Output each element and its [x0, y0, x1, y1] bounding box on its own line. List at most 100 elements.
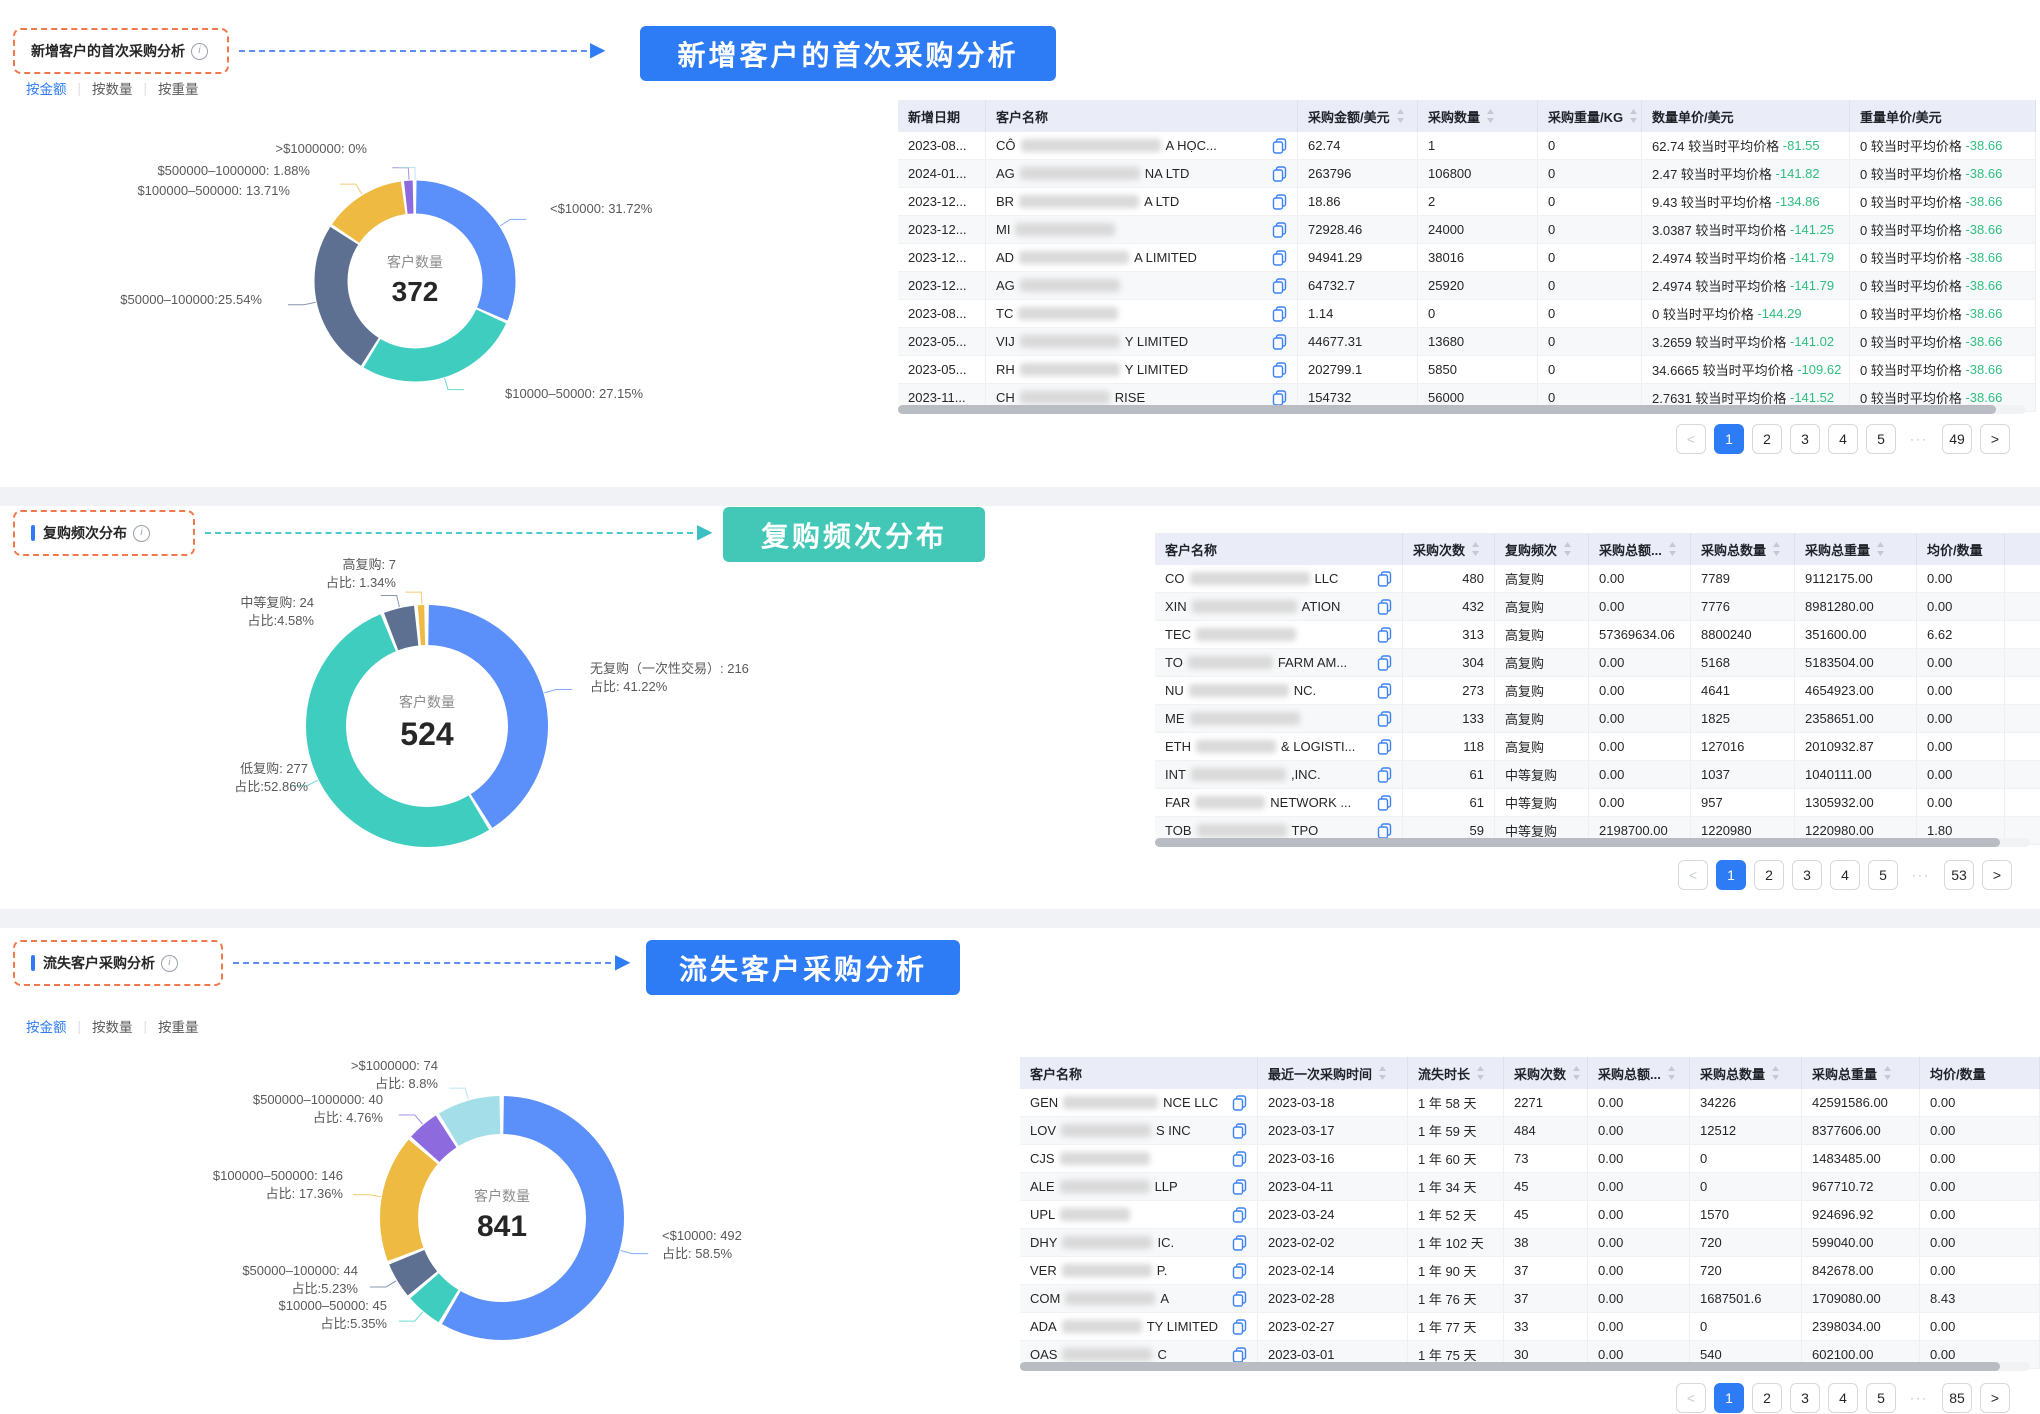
pagination-page-53[interactable]: 53: [1944, 860, 1974, 890]
copy-icon[interactable]: [1272, 362, 1287, 378]
column-header-tw[interactable]: 采购总重量: [1802, 1057, 1920, 1089]
tab-by-quantity[interactable]: 按数量: [92, 1016, 133, 1036]
copy-icon[interactable]: [1377, 711, 1392, 727]
pagination-page-4[interactable]: 4: [1828, 424, 1858, 454]
sort-icon[interactable]: [1883, 1066, 1892, 1080]
column-header-freq[interactable]: 复购频次: [1495, 533, 1589, 565]
tab-by-amount[interactable]: 按金额: [26, 1016, 67, 1036]
sort-icon[interactable]: [1471, 542, 1480, 556]
pagination-page-4[interactable]: 4: [1830, 860, 1860, 890]
sort-icon[interactable]: [1572, 1066, 1581, 1080]
pagination-ellipsis[interactable]: ···: [1904, 424, 1934, 454]
copy-icon[interactable]: [1377, 739, 1392, 755]
copy-icon[interactable]: [1232, 1263, 1247, 1279]
table-hscrollbar-thumb[interactable]: [1020, 1362, 2000, 1371]
copy-icon[interactable]: [1377, 683, 1392, 699]
copy-icon[interactable]: [1272, 278, 1287, 294]
sort-icon[interactable]: [1563, 542, 1572, 556]
pagination-next-button[interactable]: >: [1982, 860, 2012, 890]
copy-icon[interactable]: [1272, 334, 1287, 350]
column-header-weight[interactable]: 采购重量/KG: [1538, 100, 1642, 132]
copy-icon[interactable]: [1232, 1347, 1247, 1363]
pagination-page-2[interactable]: 2: [1754, 860, 1784, 890]
cell-value: 8981280.00: [1805, 599, 1874, 614]
pagination-next-button[interactable]: >: [1980, 1383, 2010, 1413]
copy-icon[interactable]: [1272, 166, 1287, 182]
sort-icon[interactable]: [1476, 1066, 1485, 1080]
pagination-prev-button[interactable]: <: [1678, 860, 1708, 890]
column-header-count[interactable]: 采购次数: [1403, 533, 1495, 565]
copy-icon[interactable]: [1272, 390, 1287, 406]
copy-icon[interactable]: [1232, 1291, 1247, 1307]
pagination-page-1[interactable]: 1: [1716, 860, 1746, 890]
column-header-tw[interactable]: 采购总重量: [1795, 533, 1917, 565]
pagination-prev-button[interactable]: <: [1676, 424, 1706, 454]
info-icon[interactable]: i: [133, 525, 150, 542]
pagination-page-5[interactable]: 5: [1868, 860, 1898, 890]
sort-icon[interactable]: [1771, 1066, 1780, 1080]
column-header-qty[interactable]: 采购数量: [1418, 100, 1538, 132]
copy-icon[interactable]: [1377, 823, 1392, 839]
column-header-amount[interactable]: 采购金额/美元: [1298, 100, 1418, 132]
pagination-page-49[interactable]: 49: [1942, 424, 1972, 454]
column-header-tqty[interactable]: 采购总数量: [1690, 1057, 1802, 1089]
table-hscrollbar-thumb[interactable]: [898, 405, 1996, 414]
pagination-page-3[interactable]: 3: [1790, 424, 1820, 454]
column-header-churn[interactable]: 流失时长: [1408, 1057, 1504, 1089]
copy-icon[interactable]: [1377, 627, 1392, 643]
column-header-count[interactable]: 采购次数: [1504, 1057, 1588, 1089]
copy-icon[interactable]: [1272, 306, 1287, 322]
copy-icon[interactable]: [1232, 1207, 1247, 1223]
copy-icon[interactable]: [1272, 138, 1287, 154]
pagination-page-3[interactable]: 3: [1790, 1383, 1820, 1413]
column-header-tqty[interactable]: 采购总数量: [1691, 533, 1795, 565]
copy-icon[interactable]: [1232, 1235, 1247, 1251]
copy-icon[interactable]: [1232, 1123, 1247, 1139]
copy-icon[interactable]: [1377, 795, 1392, 811]
table-hscrollbar-thumb[interactable]: [1155, 838, 2000, 847]
pagination-page-4[interactable]: 4: [1828, 1383, 1858, 1413]
info-icon[interactable]: i: [161, 955, 178, 972]
tab-by-weight[interactable]: 按重量: [158, 78, 199, 98]
copy-icon[interactable]: [1272, 194, 1287, 210]
cell-value: 0: [1548, 138, 1555, 153]
sort-icon[interactable]: [1772, 542, 1781, 556]
copy-icon[interactable]: [1232, 1095, 1247, 1111]
pagination-next-button[interactable]: >: [1980, 424, 2010, 454]
pagination-page-3[interactable]: 3: [1792, 860, 1822, 890]
sort-icon[interactable]: [1876, 542, 1885, 556]
pagination-prev-button[interactable]: <: [1676, 1383, 1706, 1413]
column-header-last[interactable]: 最近一次采购时间: [1258, 1057, 1408, 1089]
tab-by-quantity[interactable]: 按数量: [92, 78, 133, 98]
copy-icon[interactable]: [1377, 655, 1392, 671]
sort-icon[interactable]: [1629, 109, 1638, 123]
pagination-page-2[interactable]: 2: [1752, 424, 1782, 454]
sort-icon[interactable]: [1378, 1066, 1387, 1080]
pagination-page-2[interactable]: 2: [1752, 1383, 1782, 1413]
copy-icon[interactable]: [1377, 599, 1392, 615]
copy-icon[interactable]: [1232, 1179, 1247, 1195]
copy-icon[interactable]: [1272, 222, 1287, 238]
pagination-ellipsis[interactable]: ···: [1904, 1383, 1934, 1413]
pagination-ellipsis[interactable]: ···: [1906, 860, 1936, 890]
sort-icon[interactable]: [1668, 542, 1677, 556]
pagination-page-1[interactable]: 1: [1714, 424, 1744, 454]
pagination-page-5[interactable]: 5: [1866, 424, 1896, 454]
tab-by-weight[interactable]: 按重量: [158, 1016, 199, 1036]
pagination-page-1[interactable]: 1: [1714, 1383, 1744, 1413]
pagination-page-85[interactable]: 85: [1942, 1383, 1972, 1413]
sort-icon[interactable]: [1667, 1066, 1676, 1080]
info-icon[interactable]: i: [191, 43, 208, 60]
sort-icon[interactable]: [1486, 109, 1495, 123]
copy-icon[interactable]: [1377, 767, 1392, 783]
column-header-total[interactable]: 采购总额...: [1588, 1057, 1690, 1089]
copy-icon[interactable]: [1272, 250, 1287, 266]
pagination-page-5[interactable]: 5: [1866, 1383, 1896, 1413]
copy-icon[interactable]: [1377, 571, 1392, 587]
copy-icon[interactable]: [1232, 1319, 1247, 1335]
tab-by-amount[interactable]: 按金额: [26, 78, 67, 98]
sort-icon[interactable]: [1396, 109, 1405, 123]
column-header-total[interactable]: 采购总额...: [1589, 533, 1691, 565]
column-header-label: 新增日期: [908, 107, 960, 126]
copy-icon[interactable]: [1232, 1151, 1247, 1167]
